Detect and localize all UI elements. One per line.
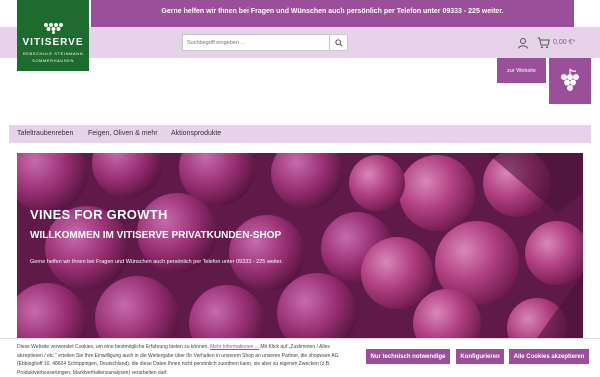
hero-text: Gerne helfen wir Ihnen bei Fragen und Wü… bbox=[30, 259, 283, 265]
logo-location: SOMMERHAUSEN bbox=[32, 58, 74, 63]
search-box bbox=[182, 34, 348, 51]
nav-item-aktionsprodukte[interactable]: Aktionsprodukte bbox=[171, 130, 221, 137]
logo-title: VITISERVE bbox=[22, 37, 84, 48]
main-navigation: Tafeltraubenreben Feigen, Oliven & mehr … bbox=[9, 125, 591, 143]
top-info-bar: Gerne helfen wir Ihnen bei Fragen und Wü… bbox=[91, 0, 574, 27]
site-logo[interactable]: VITISERVE REBSCHULE STEINMANN SOMMERHAUS… bbox=[17, 0, 89, 71]
cookie-text-intro: Diese Website verwendet Cookies, um eine… bbox=[17, 344, 209, 350]
cart-total[interactable]: 0,00 €* bbox=[553, 39, 575, 46]
cookie-more-info-link[interactable]: Mehr Informationen ... bbox=[210, 344, 259, 350]
search-icon bbox=[334, 38, 343, 47]
user-account-icon[interactable] bbox=[517, 37, 529, 49]
grapes-icon bbox=[44, 23, 63, 34]
hero-title: VINES FOR GROWTH bbox=[30, 207, 168, 222]
cookie-accept-all-button[interactable]: Alle Cookies akzeptieren bbox=[509, 349, 589, 364]
search-button[interactable] bbox=[329, 35, 347, 50]
nav-item-tafeltraubenreben[interactable]: Tafeltraubenreben bbox=[17, 130, 73, 137]
grapes-background-image bbox=[17, 153, 583, 338]
website-button[interactable]: zur Website bbox=[497, 58, 546, 83]
nav-item-feigen-oliven[interactable]: Feigen, Oliven & mehr bbox=[88, 130, 158, 137]
logo-subtitle: REBSCHULE STEINMANN bbox=[22, 51, 84, 56]
cookie-text: Diese Website verwendet Cookies, um eine… bbox=[17, 343, 357, 377]
search-input[interactable] bbox=[187, 36, 327, 49]
top-info-text: Gerne helfen wir Ihnen bei Fragen und Wü… bbox=[161, 8, 504, 15]
cookie-necessary-only-button[interactable]: Nur technisch notwendige bbox=[366, 349, 450, 364]
grape-badge[interactable] bbox=[549, 58, 591, 104]
hero-subtitle: WILLKOMMEN IM VITISERVE PRIVATKUNDEN-SHO… bbox=[30, 230, 282, 241]
shopping-cart-icon[interactable] bbox=[537, 37, 550, 49]
cookie-banner: Diese Website verwendet Cookies, um eine… bbox=[0, 338, 600, 377]
grape-icon bbox=[561, 68, 579, 91]
hero-banner: VINES FOR GROWTH WILLKOMMEN IM VITISERVE… bbox=[17, 153, 583, 338]
cookie-configure-button[interactable]: Konfigurieren bbox=[456, 349, 504, 364]
